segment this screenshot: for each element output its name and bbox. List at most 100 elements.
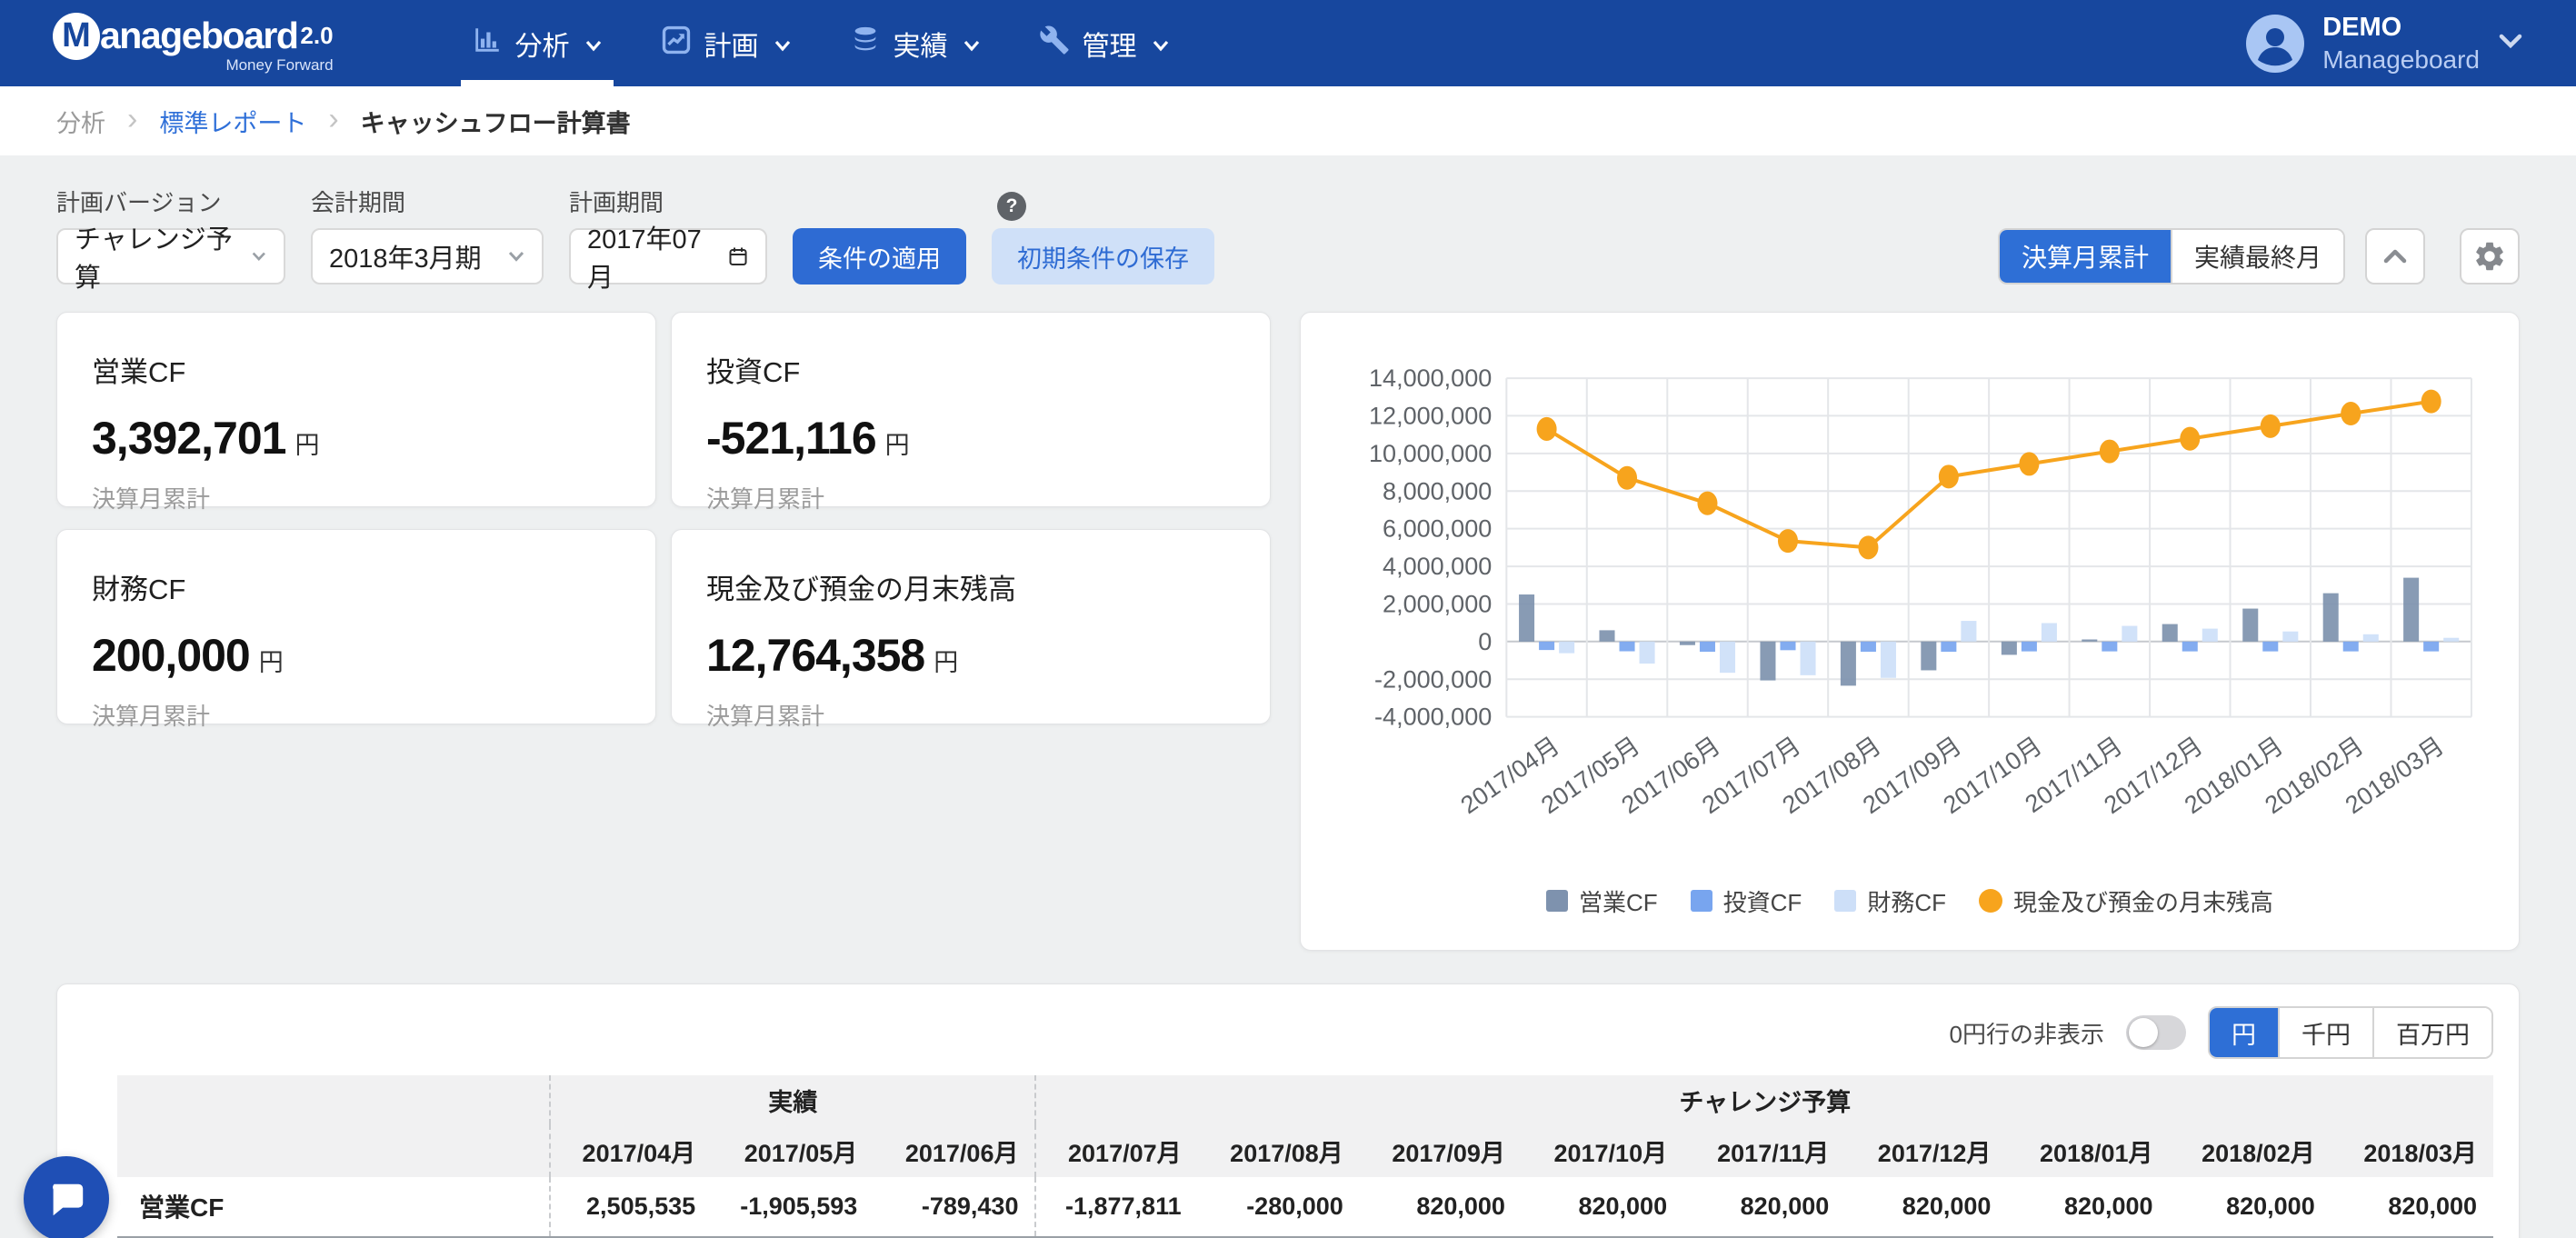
- plan-period-label: 計画期間: [569, 185, 767, 218]
- unit-option-thousand-yen[interactable]: 千円: [2278, 1008, 2372, 1057]
- brand-logo[interactable]: M anageboard 2.0 Money Forward: [53, 13, 334, 75]
- unit-option-yen[interactable]: 円: [2210, 1008, 2278, 1057]
- chevron-down-icon: [1152, 28, 1170, 59]
- plan-period-filter: 計画期間 2017年07月: [569, 185, 767, 285]
- kpi-value: 12,764,358: [706, 629, 924, 682]
- legend-item: 投資CF: [1691, 884, 1802, 918]
- save-initial-conditions-button[interactable]: 初期条件の保存: [992, 228, 1214, 285]
- kpi-unit: 円: [885, 425, 910, 461]
- chevron-down-icon: [584, 28, 603, 59]
- month-column-header: 2017/05月: [712, 1124, 874, 1177]
- chevron-down-icon: [507, 250, 525, 263]
- kpi-caption: 決算月累計: [92, 698, 621, 732]
- svg-text:8,000,000: 8,000,000: [1383, 477, 1492, 504]
- filter-bar: 計画バージョン チャレンジ予算 会計期間 2018年3月期 計画期間 2017年…: [56, 185, 2520, 285]
- nav-item-admin[interactable]: 管理: [1010, 0, 1199, 86]
- month-column-header: 2017/08月: [1198, 1124, 1360, 1177]
- month-column-header: 2017/10月: [1522, 1124, 1683, 1177]
- fiscal-period-value: 2018年3月期: [329, 237, 482, 275]
- month-column-header: 2018/01月: [2007, 1124, 2169, 1177]
- table-controls: 0円行の非表示 円 千円 百万円: [57, 984, 2519, 1073]
- row-label: 営業CF: [117, 1177, 550, 1237]
- user-name: DEMO: [2322, 11, 2480, 44]
- aggregation-mode-toggle: 決算月累計 実績最終月: [1998, 228, 2345, 285]
- legend-item: 現金及び預金の月末残高: [1979, 884, 2273, 918]
- svg-text:0: 0: [1478, 628, 1492, 655]
- mode-option-cumulative[interactable]: 決算月累計: [2000, 230, 2171, 283]
- hide-zero-rows-toggle[interactable]: [2126, 1015, 2186, 1050]
- breadcrumb-separator-icon: ›: [127, 102, 137, 137]
- help-icon[interactable]: ?: [997, 192, 1026, 221]
- svg-text:-4,000,000: -4,000,000: [1374, 704, 1492, 731]
- legend-bar-swatch-icon: [1834, 890, 1856, 912]
- breadcrumb-root[interactable]: 分析: [56, 104, 105, 139]
- kpi-title: 営業CF: [92, 349, 621, 390]
- toggle-knob: [2129, 1018, 2158, 1047]
- fiscal-period-select[interactable]: 2018年3月期: [311, 228, 544, 285]
- kpi-caption: 決算月累計: [92, 481, 621, 514]
- chart-legend: 営業CF投資CF財務CF現金及び預金の月末残高: [1315, 884, 2504, 918]
- kpi-caption: 決算月累計: [706, 698, 1235, 732]
- month-column-header: 2017/11月: [1683, 1124, 1845, 1177]
- breadcrumb-link-standard-reports[interactable]: 標準レポート: [159, 104, 306, 139]
- table-cell: 820,000: [1683, 1177, 1845, 1237]
- nav-item-label: 分析: [515, 24, 570, 64]
- plan-version-select[interactable]: チャレンジ予算: [56, 228, 285, 285]
- table-row: 営業CF2,505,535-1,905,593-789,430-1,877,81…: [117, 1177, 2493, 1237]
- kpi-title: 現金及び預金の月末残高: [706, 566, 1235, 607]
- legend-label: 投資CF: [1723, 884, 1802, 918]
- kpi-card-operating-cf: 営業CF 3,392,701 円 決算月累計: [56, 312, 656, 507]
- table-cell: -1,905,593: [712, 1177, 874, 1237]
- user-menu[interactable]: DEMO Manageboard: [2246, 11, 2523, 75]
- breadcrumb: 分析 › 標準レポート › キャッシュフロー計算書: [0, 86, 2576, 155]
- nav-item-label: 実績: [894, 24, 948, 64]
- table-cell: 820,000: [2170, 1177, 2331, 1237]
- line-chart-icon: [661, 25, 692, 63]
- table-cell: 820,000: [2007, 1177, 2169, 1237]
- svg-text:12,000,000: 12,000,000: [1369, 402, 1492, 429]
- brand-tagline: Money Forward: [53, 56, 334, 75]
- chevron-down-icon: [2498, 33, 2523, 54]
- fiscal-period-filter: 会計期間 2018年3月期: [311, 185, 544, 285]
- kpi-grid: 営業CF 3,392,701 円 決算月累計 投資CF -521,116 円 決…: [56, 312, 1271, 724]
- kpi-title: 投資CF: [706, 349, 1235, 390]
- table-body: 営業CF2,505,535-1,905,593-789,430-1,877,81…: [117, 1177, 2493, 1238]
- table-cell: 2,505,535: [550, 1177, 712, 1237]
- svg-text:14,000,000: 14,000,000: [1369, 364, 1492, 392]
- month-column-header: 2017/12月: [1845, 1124, 2007, 1177]
- table-cell: -280,000: [1198, 1177, 1360, 1237]
- cashflow-chart-svg: 14,000,00012,000,00010,000,0008,000,0006…: [1315, 336, 2504, 883]
- row-label-column-header: [117, 1075, 550, 1177]
- fiscal-period-label: 会計期間: [311, 185, 544, 218]
- month-column-header: 2018/03月: [2331, 1124, 2493, 1177]
- column-group-header: チャレンジ予算: [1035, 1075, 2493, 1124]
- legend-line-marker-icon: [1979, 889, 2002, 913]
- table-cell: -789,430: [874, 1177, 1035, 1237]
- wrench-icon: [1039, 25, 1070, 63]
- nav-item-analysis[interactable]: 分析: [443, 0, 632, 86]
- bar-chart-icon: [472, 25, 503, 63]
- chevron-down-icon: [251, 250, 267, 263]
- table-cell: 820,000: [1845, 1177, 2007, 1237]
- kpi-unit: 円: [295, 425, 319, 461]
- chat-launcher-button[interactable]: [24, 1156, 109, 1238]
- nav-item-results[interactable]: 実績: [821, 0, 1010, 86]
- legend-label: 現金及び預金の月末残高: [2013, 884, 2273, 918]
- plan-version-label: 計画バージョン: [56, 185, 285, 218]
- plan-period-date-input[interactable]: 2017年07月: [569, 228, 767, 285]
- unit-option-million-yen[interactable]: 百万円: [2372, 1008, 2491, 1057]
- settings-button[interactable]: [2460, 228, 2520, 285]
- collapse-panel-button[interactable]: [2365, 228, 2425, 285]
- view-controls: 決算月累計 実績最終月: [1998, 228, 2520, 285]
- brand-name: anageboard: [100, 15, 297, 57]
- chevron-down-icon: [774, 28, 792, 59]
- brand-m-icon: M: [53, 13, 100, 60]
- mode-option-latest-actual[interactable]: 実績最終月: [2171, 230, 2343, 283]
- month-column-header: 2017/09月: [1360, 1124, 1522, 1177]
- nav-item-plan[interactable]: 計画: [632, 0, 821, 86]
- month-column-header: 2017/04月: [550, 1124, 712, 1177]
- apply-conditions-button[interactable]: 条件の適用: [793, 228, 966, 285]
- table-cell: 820,000: [2331, 1177, 2493, 1237]
- legend-item: 営業CF: [1546, 884, 1658, 918]
- column-group-header: 実績: [550, 1075, 1035, 1124]
